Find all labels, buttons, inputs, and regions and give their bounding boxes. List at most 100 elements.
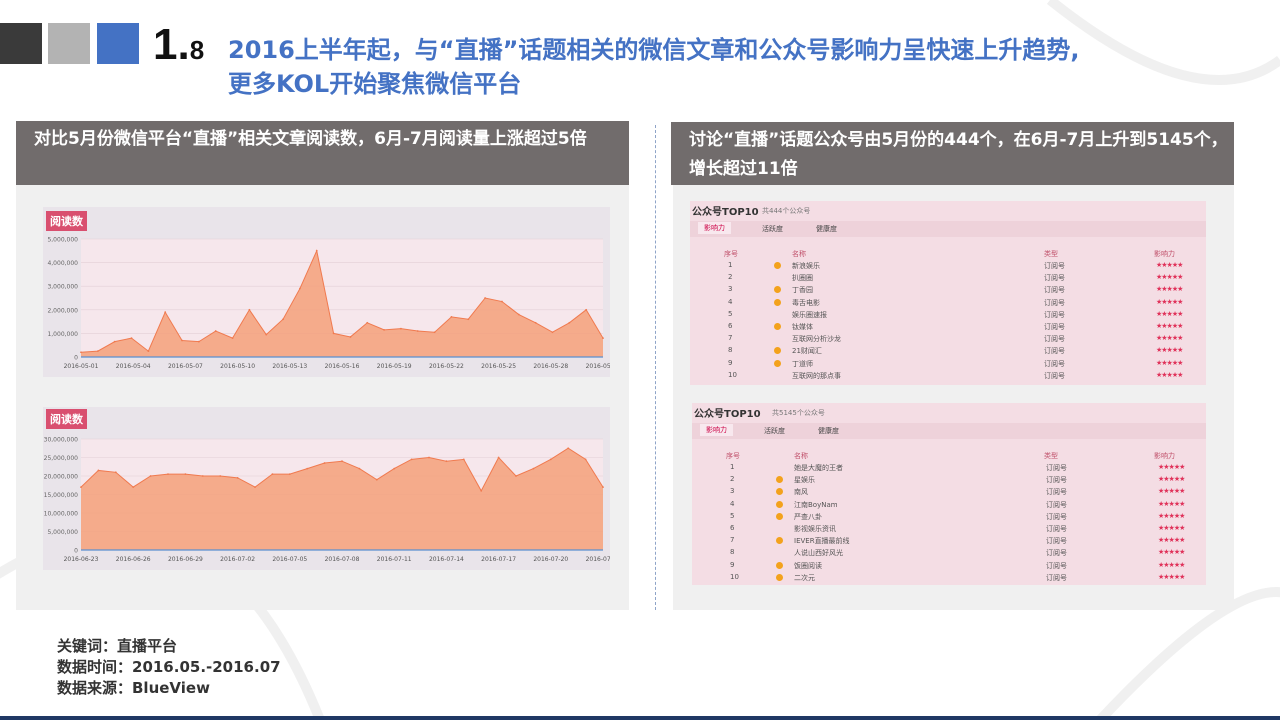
star-rating-icon: ★★★★★ <box>1156 346 1183 355</box>
account-name[interactable]: 江南BoyNam <box>794 500 838 510</box>
account-type: 订阅号 <box>1044 347 1065 356</box>
data-point <box>147 350 150 352</box>
tab-health[interactable]: 健康度 <box>816 224 837 234</box>
table-row[interactable]: 2 星娱乐 订阅号 ★★★★★ <box>692 475 1206 487</box>
right-panel-header: 讨论“直播”话题公众号由5月份的444个，在6月-7月上升到5145个，增长超过… <box>671 122 1234 185</box>
account-name[interactable]: 钛媒体 <box>792 322 813 332</box>
data-point <box>97 469 100 472</box>
rank-cell: 8 <box>728 346 733 355</box>
table-row[interactable]: 9 饭圈阅读 订阅号 ★★★★★ <box>692 561 1206 573</box>
rank-cell: 7 <box>728 334 733 343</box>
table-row[interactable]: 3 南风 订阅号 ★★★★★ <box>692 487 1206 499</box>
data-point <box>602 337 604 340</box>
x-tick-label: 2016-07-23 <box>586 556 610 563</box>
data-point <box>497 456 500 459</box>
y-tick-label: 20,000,000 <box>44 474 79 481</box>
table-row[interactable]: 10 互联网的那点事 订阅号 ★★★★★ <box>690 371 1206 383</box>
account-name[interactable]: 扒圈圈 <box>792 273 813 283</box>
table-row[interactable]: 1 她是大魔的王者 订阅号 ★★★★★ <box>692 463 1206 475</box>
account-name[interactable]: 新浪娱乐 <box>792 261 820 271</box>
tab-activity[interactable]: 活跃度 <box>764 426 785 436</box>
rank-cell: 4 <box>728 297 733 306</box>
tab-influence[interactable]: 影响力 <box>700 424 733 436</box>
table-row[interactable]: 5 严查八卦 订阅号 ★★★★★ <box>692 512 1206 524</box>
data-point <box>375 478 378 481</box>
x-tick-label: 2016-06-26 <box>116 556 151 563</box>
account-type: 订阅号 <box>1044 310 1065 319</box>
data-point <box>214 330 217 332</box>
tab-influence[interactable]: 影响力 <box>698 222 731 234</box>
account-name[interactable]: 严查八卦 <box>794 512 822 522</box>
table-row[interactable]: 10 二次元 订阅号 ★★★★★ <box>692 573 1206 585</box>
data-point <box>164 311 167 314</box>
table-row[interactable]: 3 丁香园 订阅号 ★★★★★ <box>690 285 1206 297</box>
account-name[interactable]: 二次元 <box>794 573 815 583</box>
data-point <box>349 336 352 338</box>
data-point <box>393 467 396 470</box>
medal-icon <box>774 262 781 269</box>
table-row[interactable]: 7 互联网分析沙龙 订阅号 ★★★★★ <box>690 334 1206 346</box>
title-line-2: 更多KOL开始聚焦微信平台 <box>228 70 522 98</box>
y-tick-label: 3,000,000 <box>47 284 78 291</box>
account-name[interactable]: 互联网的那点事 <box>792 371 841 381</box>
account-name[interactable]: 人说山西好风光 <box>794 548 843 558</box>
data-point <box>254 486 256 488</box>
reading-chart-may: 阅读数 5,000,000 4,000,000 3,000,000 2,000,000… <box>43 207 610 377</box>
medal-icon <box>776 561 783 569</box>
x-tick-label: 2016-05-13 <box>272 363 307 370</box>
x-tick-label: 2016-07-17 <box>481 556 516 563</box>
table-row[interactable]: 4 毒舌电影 订阅号 ★★★★★ <box>690 298 1206 310</box>
x-tick-label: 2016-05-28 <box>533 363 568 370</box>
data-point <box>80 351 82 354</box>
star-rating-icon: ★★★★★ <box>1156 322 1183 330</box>
account-name[interactable]: 饭圈阅读 <box>794 561 822 571</box>
account-name[interactable]: 娱乐圈速报 <box>792 310 827 320</box>
table-row[interactable]: 4 江南BoyNam 订阅号 ★★★★★ <box>692 500 1206 512</box>
section-number: 1.8 <box>153 20 205 69</box>
table-row[interactable]: 2 扒圈圈 订阅号 ★★★★★ <box>690 273 1206 285</box>
reading-chart-june-july: 阅读数 30,000,000 25,000,000 20,000,000 15,000… <box>43 407 610 570</box>
account-type: 订阅号 <box>1044 298 1065 307</box>
data-point <box>299 287 301 290</box>
data-point <box>113 340 116 343</box>
data-point <box>130 337 133 340</box>
star-rating-icon: ★★★★★ <box>1158 511 1185 520</box>
table-row[interactable]: 7 IEVER直播最前线 订阅号 ★★★★★ <box>692 536 1206 548</box>
star-rating-icon: ★★★★★ <box>1158 536 1185 545</box>
table-row[interactable]: 1 新浪娱乐 订阅号 ★★★★★ <box>690 261 1206 273</box>
table-row[interactable]: 8 人说山西好风光 订阅号 ★★★★★ <box>692 548 1206 560</box>
data-point <box>197 340 200 343</box>
account-name[interactable]: 21财闻汇 <box>792 346 822 356</box>
table-row[interactable]: 8 21财闻汇 订阅号 ★★★★★ <box>690 346 1206 358</box>
account-name[interactable]: 毒舌电影 <box>792 298 820 308</box>
tab-health[interactable]: 健康度 <box>818 426 839 436</box>
tab-activity[interactable]: 活跃度 <box>762 224 783 234</box>
table-row[interactable]: 9 丁道师 订阅号 ★★★★★ <box>690 359 1206 371</box>
data-point <box>484 297 487 299</box>
account-type: 订阅号 <box>1044 262 1065 270</box>
account-name[interactable]: 她是大魔的王者 <box>794 463 843 473</box>
x-tick-label: 2016-05-07 <box>168 363 203 370</box>
account-name[interactable]: 影视娱乐资讯 <box>794 524 836 534</box>
star-rating-icon: ★★★★★ <box>1156 334 1183 343</box>
data-point <box>236 476 239 479</box>
data-point <box>602 486 604 488</box>
account-name[interactable]: 互联网分析沙龙 <box>792 334 841 344</box>
left-panel-header: 对比5月份微信平台“直播”相关文章阅读数，6月-7月阅读量上涨超过5倍 <box>16 121 629 185</box>
y-tick-label: 4,000,000 <box>47 260 78 267</box>
col-header-rank: 序号 <box>726 452 740 460</box>
rank-cell: 9 <box>728 358 733 367</box>
table-row[interactable]: 5 娱乐圈速报 订阅号 ★★★★★ <box>690 310 1206 322</box>
col-header-type: 类型 <box>1044 452 1058 460</box>
account-name[interactable]: 丁香园 <box>792 285 813 295</box>
footer-data-time: 数据时间：2016.05.-2016.07 <box>57 658 281 676</box>
account-name[interactable]: 星娱乐 <box>794 475 815 485</box>
account-name[interactable]: IEVER直播最前线 <box>794 536 850 546</box>
account-name[interactable]: 南风 <box>794 487 808 497</box>
table-title: 公众号TOP10 <box>694 409 761 420</box>
data-point <box>445 460 448 463</box>
account-type: 订阅号 <box>1044 274 1065 283</box>
table-row[interactable]: 6 钛媒体 订阅号 ★★★★★ <box>690 322 1206 334</box>
table-row[interactable]: 6 影视娱乐资讯 订阅号 ★★★★★ <box>692 524 1206 536</box>
account-name[interactable]: 丁道师 <box>792 359 813 369</box>
